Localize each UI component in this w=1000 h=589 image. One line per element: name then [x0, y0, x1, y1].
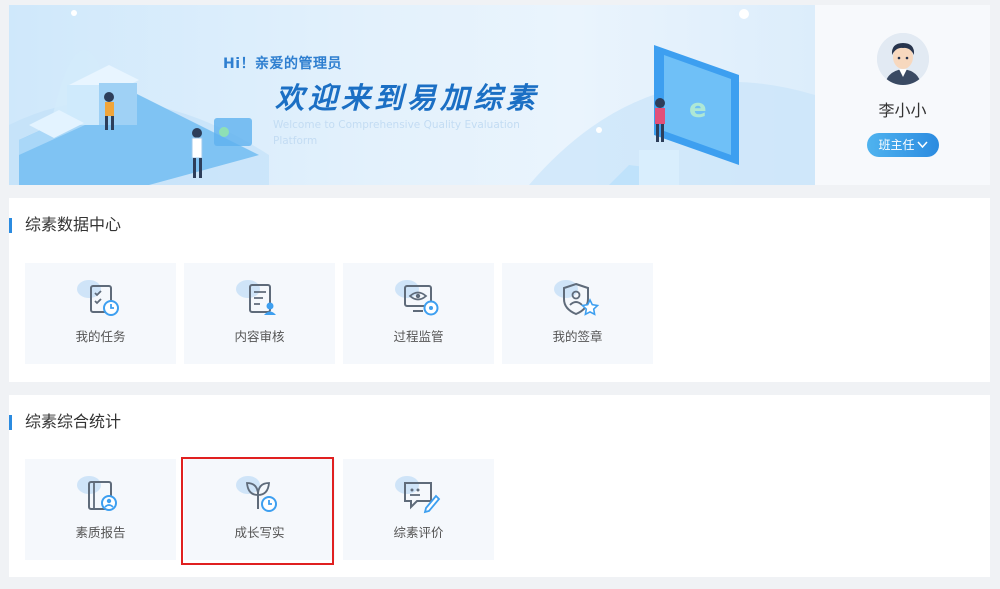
card-label: 我的签章 — [552, 329, 603, 344]
role-dropdown-button[interactable]: 班主任 — [867, 133, 939, 157]
section-title: 综素综合统计 — [9, 413, 121, 431]
task-checklist-icon — [77, 280, 119, 316]
card-label: 过程监管 — [393, 329, 444, 344]
user-avatar-icon — [877, 33, 929, 85]
card-my-signature[interactable]: 我的签章 — [502, 263, 653, 364]
card-label: 我的任务 — [75, 329, 126, 344]
section-title: 综素数据中心 — [9, 216, 121, 234]
welcome-subtitle: Welcome to Comprehensive Quality Evaluat… — [273, 119, 520, 147]
card-label: 成长写实 — [234, 525, 285, 540]
statistics-section: 综素综合统计 素质报告 成长写实 综素评价 — [9, 395, 990, 577]
card-label: 素质报告 — [75, 525, 126, 540]
quality-report-icon — [77, 476, 117, 511]
process-monitor-icon — [395, 280, 439, 316]
svg-text:e: e — [689, 94, 707, 124]
card-label: 内容审核 — [234, 329, 285, 344]
chevron-down-icon — [916, 135, 928, 159]
evaluation-icon — [395, 476, 441, 514]
card-quality-report[interactable]: 素质报告 — [25, 459, 176, 560]
greeting-text: Hi！亲爱的管理员 — [223, 56, 343, 72]
user-panel: 李小小 班主任 — [815, 5, 990, 185]
user-name: 李小小 — [878, 101, 927, 120]
card-growth-record[interactable]: 成长写实 — [184, 459, 335, 560]
card-evaluation[interactable]: 综素评价 — [343, 459, 494, 560]
data-center-section: 综素数据中心 我的任务 内容审核 过程监管 我的签章 — [9, 198, 990, 382]
welcome-banner: e Hi！亲爱的管理员 欢迎来到易加综素 Welcome to Comprehe… — [9, 5, 815, 185]
welcome-title: 欢迎来到易加综素 — [275, 81, 540, 115]
content-review-icon — [236, 280, 276, 315]
avatar[interactable] — [877, 33, 929, 85]
card-process-monitor[interactable]: 过程监管 — [343, 263, 494, 364]
card-label: 综素评价 — [393, 525, 444, 540]
growth-record-icon — [236, 476, 277, 512]
card-content-review[interactable]: 内容审核 — [184, 263, 335, 364]
role-label: 班主任 — [878, 138, 915, 152]
signature-shield-icon — [554, 280, 600, 316]
card-my-tasks[interactable]: 我的任务 — [25, 263, 176, 364]
